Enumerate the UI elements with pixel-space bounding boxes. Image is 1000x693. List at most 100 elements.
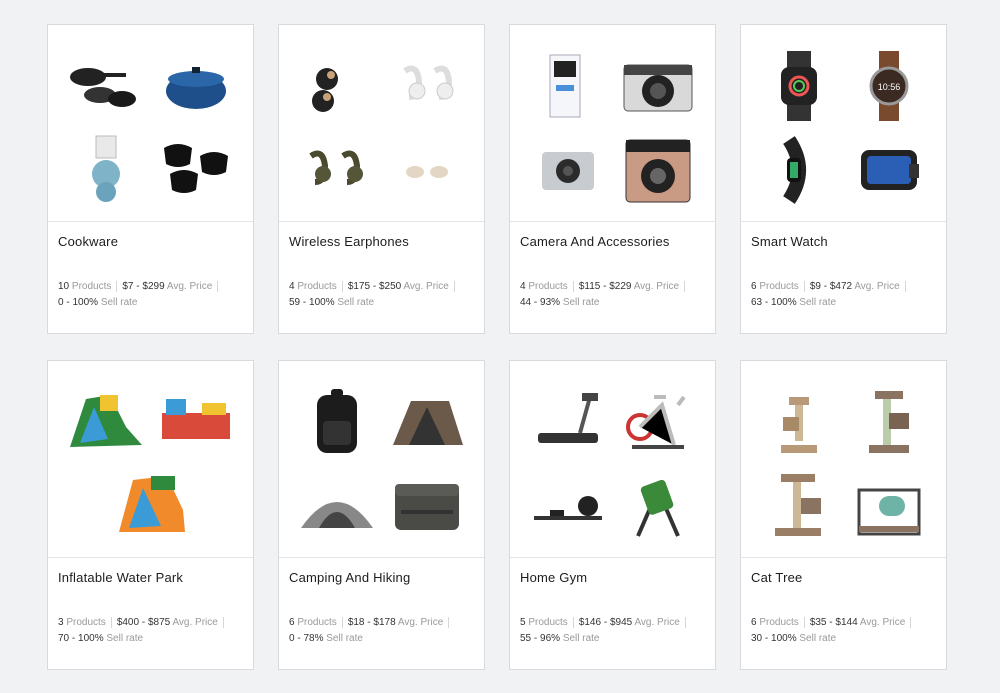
pots-pans-icon: [66, 47, 146, 124]
card-body: Camera And Accessories 4 Products $115 - $…: [510, 222, 715, 333]
price-label: Avg. Price: [172, 617, 218, 628]
divider: [803, 616, 805, 628]
price-range: $115 - $229: [578, 281, 632, 292]
cat-condo-icon: [759, 466, 839, 543]
products-count: 6: [751, 617, 757, 628]
price-range: $18 - $178: [347, 617, 396, 628]
products-label: Products: [528, 617, 568, 628]
treadmill-icon: [528, 383, 608, 460]
sell-rate: 55 - 96%: [520, 633, 561, 644]
stats-line-1: 6 Products $35 - $144 Avg. Price: [751, 615, 936, 631]
category-card[interactable]: 10:56 Smart Watch 6 Products $9 - $472 Avg.…: [740, 24, 947, 334]
products-count: 10: [58, 281, 70, 292]
category-title[interactable]: Camping And Hiking: [289, 570, 474, 585]
category-image[interactable]: [279, 361, 484, 558]
price-label: Avg. Price: [634, 617, 680, 628]
sell-rate-label: Sell rate: [326, 633, 363, 644]
stats-line-2: 70 - 100% Sell rate: [58, 631, 243, 647]
category-card[interactable]: Wireless Earphones 4 Products $175 - $250 …: [278, 24, 485, 334]
price-range: $9 - $472: [809, 281, 853, 292]
sell-rate-label: Sell rate: [562, 633, 600, 644]
category-card[interactable]: Camera And Accessories 4 Products $115 - $…: [509, 24, 716, 334]
divider: [572, 280, 574, 292]
category-card[interactable]: Camping And Hiking 6 Products $18 - $178 A…: [278, 360, 485, 670]
price-label: Avg. Price: [854, 281, 900, 292]
card-body: Camping And Hiking 6 Products $18 - $178 A…: [279, 558, 484, 669]
divider: [116, 280, 118, 292]
category-card[interactable]: Home Gym 5 Products $146 - $945 Avg. Price…: [509, 360, 716, 670]
divider: [217, 280, 219, 292]
category-image[interactable]: [741, 361, 946, 558]
category-title[interactable]: Cat Tree: [751, 570, 936, 585]
products-label: Products: [297, 281, 337, 292]
stats-line-1: 4 Products $175 - $250 Avg. Price: [289, 279, 474, 295]
products-count: 3: [58, 617, 64, 628]
category-title[interactable]: Smart Watch: [751, 234, 936, 249]
category-image[interactable]: [510, 25, 715, 222]
category-grid: Cookware 10 Products $7 - $299 Avg. Price 0…: [47, 24, 947, 670]
water-slide-big-icon: [66, 466, 236, 543]
divider: [341, 616, 343, 628]
products-count: 4: [289, 281, 295, 292]
stats-line-2: 59 - 100% Sell rate: [289, 295, 474, 311]
divider: [572, 616, 574, 628]
price-range: $35 - $144: [809, 617, 858, 628]
category-image[interactable]: [279, 25, 484, 222]
olive-earbuds-icon: [297, 130, 377, 207]
tent-icon: [387, 383, 467, 460]
sell-rate-label: Sell rate: [100, 297, 138, 308]
category-card[interactable]: Cat Tree 6 Products $35 - $144 Avg. Price 3…: [740, 360, 947, 670]
card-body: Inflatable Water Park 3 Products $400 - $8…: [48, 558, 253, 669]
fitness-band-icon: [759, 130, 839, 207]
dutch-oven-icon: [156, 47, 236, 124]
category-image[interactable]: [48, 361, 253, 558]
category-stats: 5 Products $146 - $945 Avg. Price 55 - 96%…: [520, 615, 705, 647]
products-label: Products: [297, 617, 337, 628]
category-stats: 4 Products $175 - $250 Avg. Price 59 - 100…: [289, 279, 474, 311]
price-range: $7 - $299: [122, 281, 165, 292]
sell-rate-label: Sell rate: [337, 297, 375, 308]
divider: [904, 280, 906, 292]
sell-rate-label: Sell rate: [106, 633, 144, 644]
products-count: 6: [751, 281, 757, 292]
divider: [803, 280, 805, 292]
category-image[interactable]: [510, 361, 715, 558]
products-label: Products: [66, 617, 106, 628]
face-masks-icon: [156, 130, 236, 207]
category-image[interactable]: 10:56: [741, 25, 946, 222]
category-title[interactable]: Home Gym: [520, 570, 705, 585]
sell-rate: 44 - 93%: [520, 297, 561, 308]
category-title[interactable]: Wireless Earphones: [289, 234, 474, 249]
measuring-cups-icon: [66, 130, 146, 207]
products-label: Products: [759, 281, 799, 292]
white-earbuds-icon: [387, 47, 467, 124]
sell-rate-label: Sell rate: [799, 297, 837, 308]
sell-rate: 30 - 100%: [751, 633, 797, 644]
category-card[interactable]: Cookware 10 Products $7 - $299 Avg. Price 0…: [47, 24, 254, 334]
price-label: Avg. Price: [397, 617, 444, 628]
rowing-machine-icon: [528, 466, 608, 543]
square-watch-icon: [759, 47, 839, 124]
cooler-icon: [387, 466, 467, 543]
card-body: Smart Watch 6 Products $9 - $472 Avg. Pric…: [741, 222, 946, 333]
card-body: Cookware 10 Products $7 - $299 Avg. Price 0…: [48, 222, 253, 333]
category-title[interactable]: Camera And Accessories: [520, 234, 705, 249]
category-title[interactable]: Cookware: [58, 234, 243, 249]
card-body: Cat Tree 6 Products $35 - $144 Avg. Price 3…: [741, 558, 946, 669]
divider: [684, 280, 686, 292]
category-title[interactable]: Inflatable Water Park: [58, 570, 243, 585]
divider: [448, 616, 450, 628]
category-stats: 6 Products $35 - $144 Avg. Price 30 - 100%…: [751, 615, 936, 647]
price-range: $146 - $945: [578, 617, 633, 628]
instant-camera-icon: [618, 47, 698, 124]
category-stats: 6 Products $18 - $178 Avg. Price 0 - 78% S…: [289, 615, 474, 647]
sell-rate: 59 - 100%: [289, 297, 335, 308]
stats-line-1: 6 Products $18 - $178 Avg. Price: [289, 615, 474, 631]
small-cat-tree-icon: [759, 383, 839, 460]
beige-earbuds-icon: [387, 130, 467, 207]
sell-rate: 70 - 100%: [58, 633, 104, 644]
category-card[interactable]: Inflatable Water Park 3 Products $400 - $8…: [47, 360, 254, 670]
products-count: 5: [520, 617, 526, 628]
category-image[interactable]: [48, 25, 253, 222]
divider: [910, 616, 912, 628]
